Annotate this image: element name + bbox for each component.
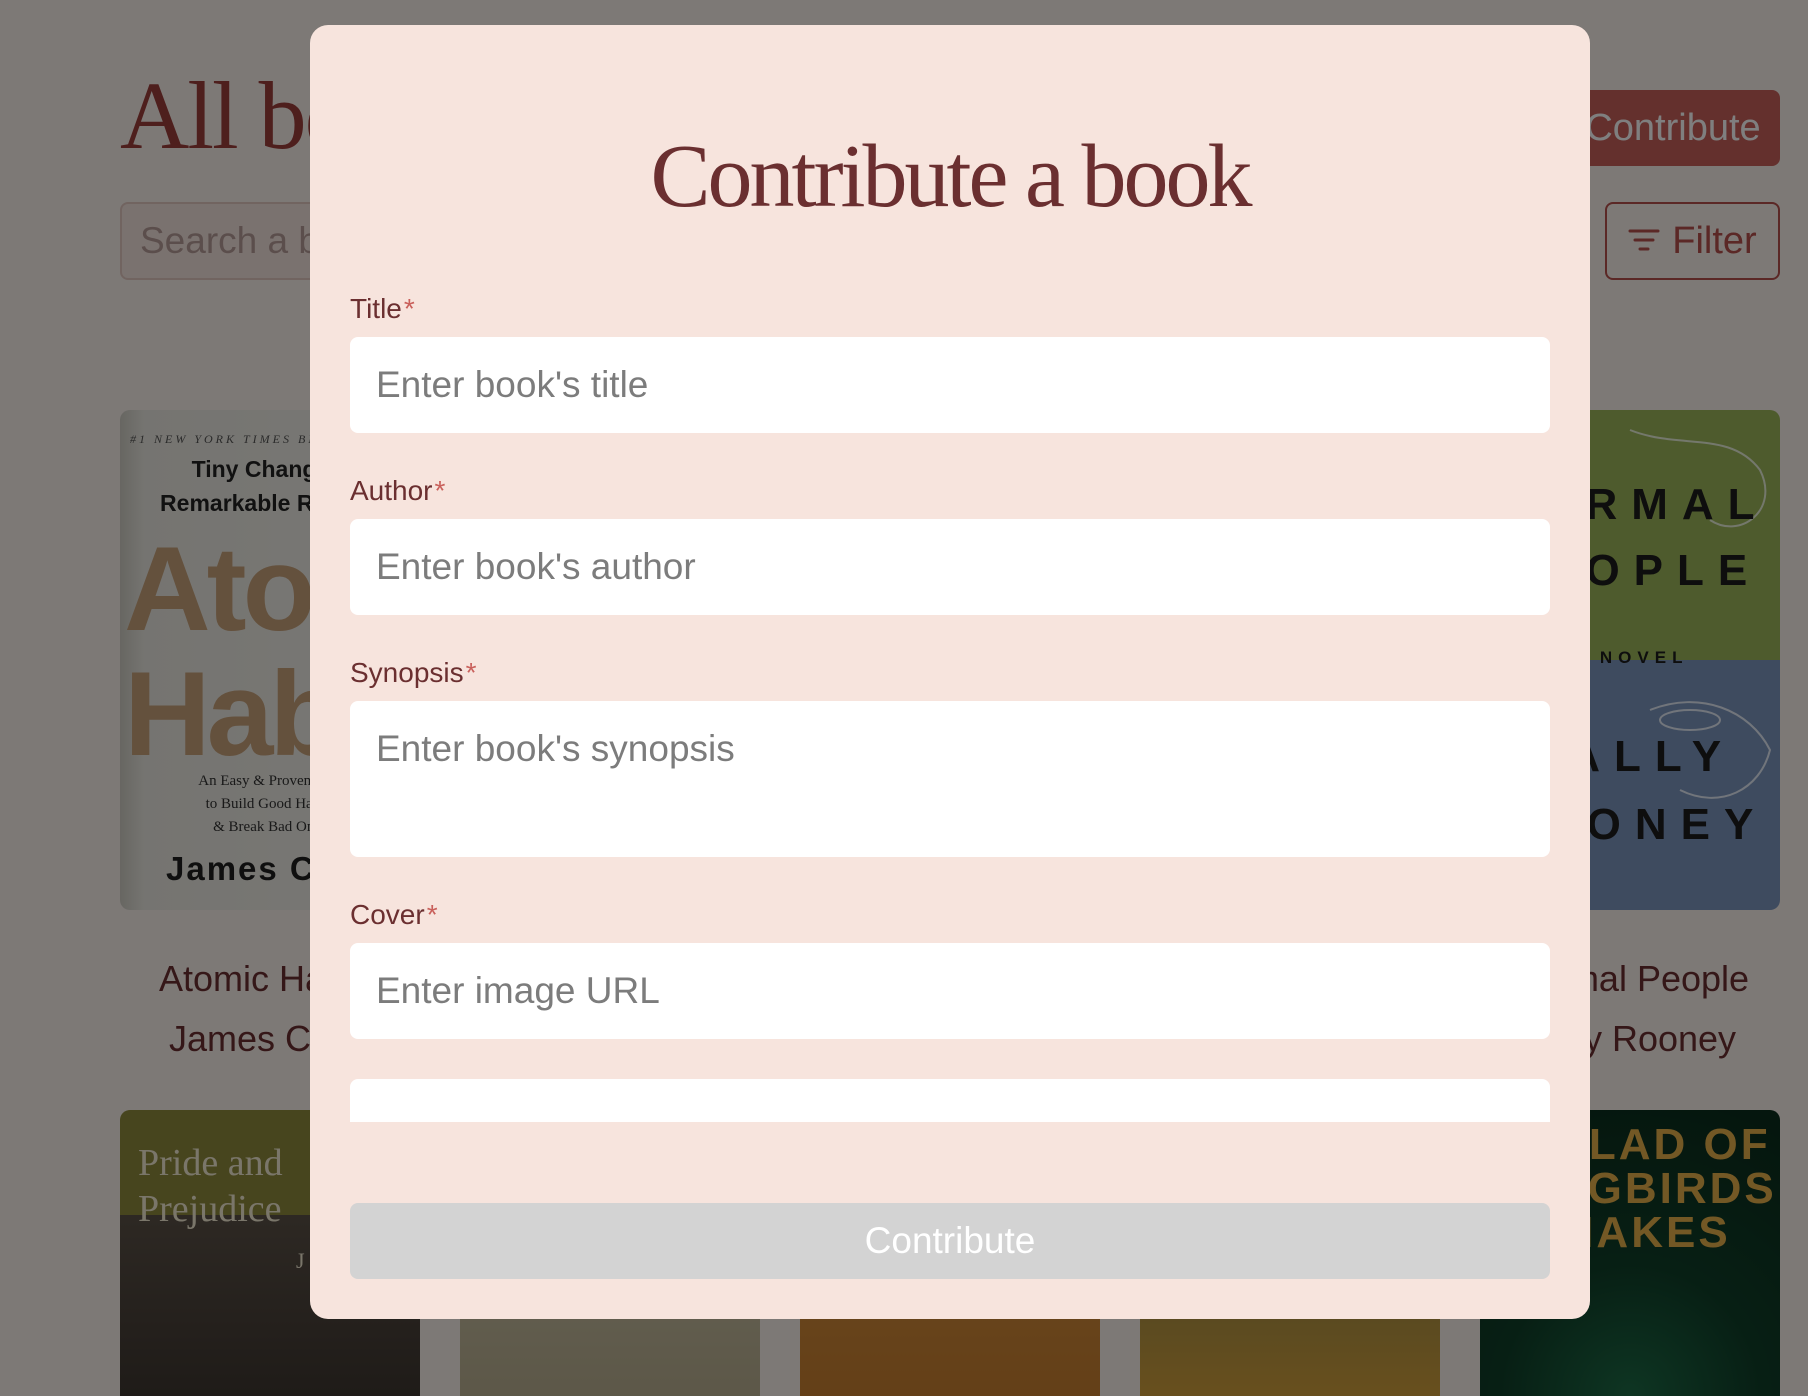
required-mark: * [465,657,477,688]
submit-contribute-button[interactable]: Contribute [350,1203,1550,1279]
title-label-text: Title [350,293,402,324]
synopsis-label-text: Synopsis [350,657,464,688]
scrolled-field-input[interactable] [350,1079,1550,1122]
title-label: Title* [350,293,415,325]
cover-label: Cover* [350,899,438,931]
cover-label-text: Cover [350,899,425,930]
cover-url-input[interactable] [350,943,1550,1039]
author-input[interactable] [350,519,1550,615]
author-label: Author* [350,475,445,507]
synopsis-textarea[interactable] [350,701,1550,857]
required-mark: * [403,293,415,324]
modal-title: Contribute a book [650,127,1253,226]
synopsis-label: Synopsis* [350,657,477,689]
title-input[interactable] [350,337,1550,433]
required-mark: * [426,899,438,930]
contribute-modal: Contribute a book Title* Author* Synopsi… [310,25,1590,1319]
required-mark: * [434,475,446,506]
author-label-text: Author [350,475,433,506]
